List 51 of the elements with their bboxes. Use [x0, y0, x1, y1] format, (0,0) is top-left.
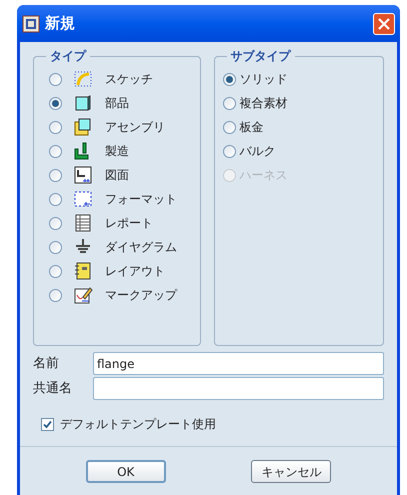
dialog-button[interactable]: OK [86, 460, 166, 483]
type-label: ダイヤグラム [105, 239, 177, 256]
checkbox-label: デフォルトテンプレート使用 [60, 416, 216, 433]
radio-button[interactable] [222, 144, 236, 158]
arc-sketch-icon [73, 69, 93, 89]
subtype-label: 板金 [240, 119, 264, 136]
checkbox[interactable] [41, 418, 54, 430]
radio-button[interactable] [49, 264, 62, 278]
sheet-pencil-icon [73, 285, 93, 305]
text-field[interactable] [93, 377, 384, 400]
radio-button[interactable] [49, 240, 62, 254]
type-label: スケッチ [105, 71, 153, 88]
radio-button[interactable] [49, 72, 62, 86]
radio-button[interactable] [49, 120, 62, 134]
dotted-sheet-icon [73, 189, 93, 209]
radio-button[interactable] [49, 144, 62, 158]
group-title: タイプ [46, 48, 90, 64]
notebook-icon [73, 261, 93, 281]
field-label: 名前 [33, 354, 60, 373]
type-label: レイアウト [105, 263, 165, 280]
type-label: マークアップ [105, 287, 177, 304]
type-label: フォーマット [105, 191, 177, 208]
radio-button[interactable] [49, 96, 62, 110]
dialog-button[interactable]: キャンセル [251, 460, 332, 483]
subtype-label: 複合素材 [240, 95, 288, 112]
close-button[interactable] [373, 12, 395, 34]
window-app-icon [22, 14, 40, 32]
cube-icon [73, 93, 93, 113]
subtype-label: バルク [240, 143, 276, 160]
radio-button[interactable] [49, 216, 62, 230]
table-sheet-icon [73, 213, 93, 233]
drawing-sheet-icon [73, 165, 93, 185]
type-label: 部品 [105, 95, 129, 112]
radio-button[interactable] [49, 288, 62, 302]
radio-button[interactable] [222, 72, 236, 86]
group-title: サブタイプ [226, 48, 295, 64]
subtype-label: ソリッド [240, 71, 288, 88]
check-icon [43, 420, 52, 428]
type-label: レポート [105, 215, 153, 232]
type-label: アセンブリ [105, 119, 165, 136]
text-field[interactable]: flange [93, 352, 384, 375]
radio-button[interactable] [222, 96, 236, 110]
radio-button[interactable] [49, 168, 62, 182]
radio-button[interactable] [222, 120, 236, 134]
type-label: 製造 [105, 143, 129, 160]
close-icon [378, 18, 390, 30]
window-title: 新規 [45, 13, 76, 34]
stacked-cubes-icon [73, 117, 93, 137]
type-label: 図面 [105, 167, 129, 184]
radio-button[interactable] [49, 192, 62, 206]
field-label: 共通名 [33, 380, 73, 398]
